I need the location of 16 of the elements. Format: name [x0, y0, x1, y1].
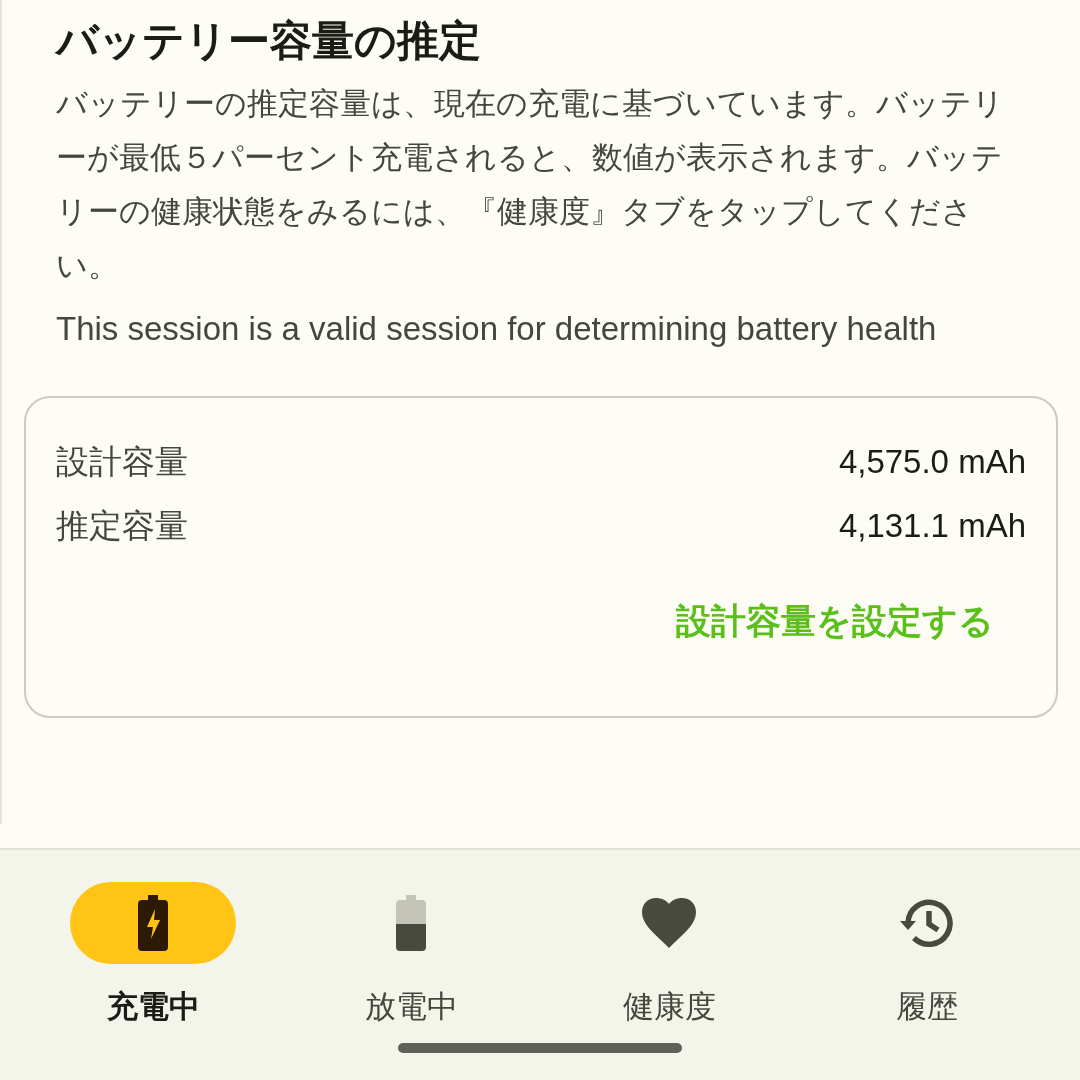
- nav-tab-label: 健康度: [622, 987, 716, 1026]
- heart-icon: [642, 898, 696, 948]
- nav-tab-label: 充電中: [106, 987, 200, 1026]
- capacity-value: 4,575.0 mAh: [838, 443, 1026, 481]
- session-note: This session is a valid session for determining battery health: [56, 309, 938, 349]
- battery-icon: [396, 895, 426, 951]
- nav-tab-label: 放電中: [364, 987, 458, 1026]
- capacity-label: 推定容量: [56, 504, 188, 547]
- set-capacity-button[interactable]: 設計容量を設定する: [676, 594, 994, 649]
- capacity-value: 4,131.1 mAh: [838, 507, 1026, 545]
- history-icon: [900, 898, 954, 948]
- nav-tab-label: 履歴: [896, 987, 958, 1026]
- section-title: バッテリー容量の推定: [56, 15, 482, 67]
- capacity-label: 設計容量: [56, 440, 188, 483]
- charging-battery-icon: [138, 895, 168, 951]
- description-text: バッテリーの推定容量は、現在の充電に基づいています。バッテリーが最低５パーセント充電されると、数値が表示されます。バッテリーの健康状態をみるには、『健康度』タブをタップしてください。: [56, 84, 1005, 285]
